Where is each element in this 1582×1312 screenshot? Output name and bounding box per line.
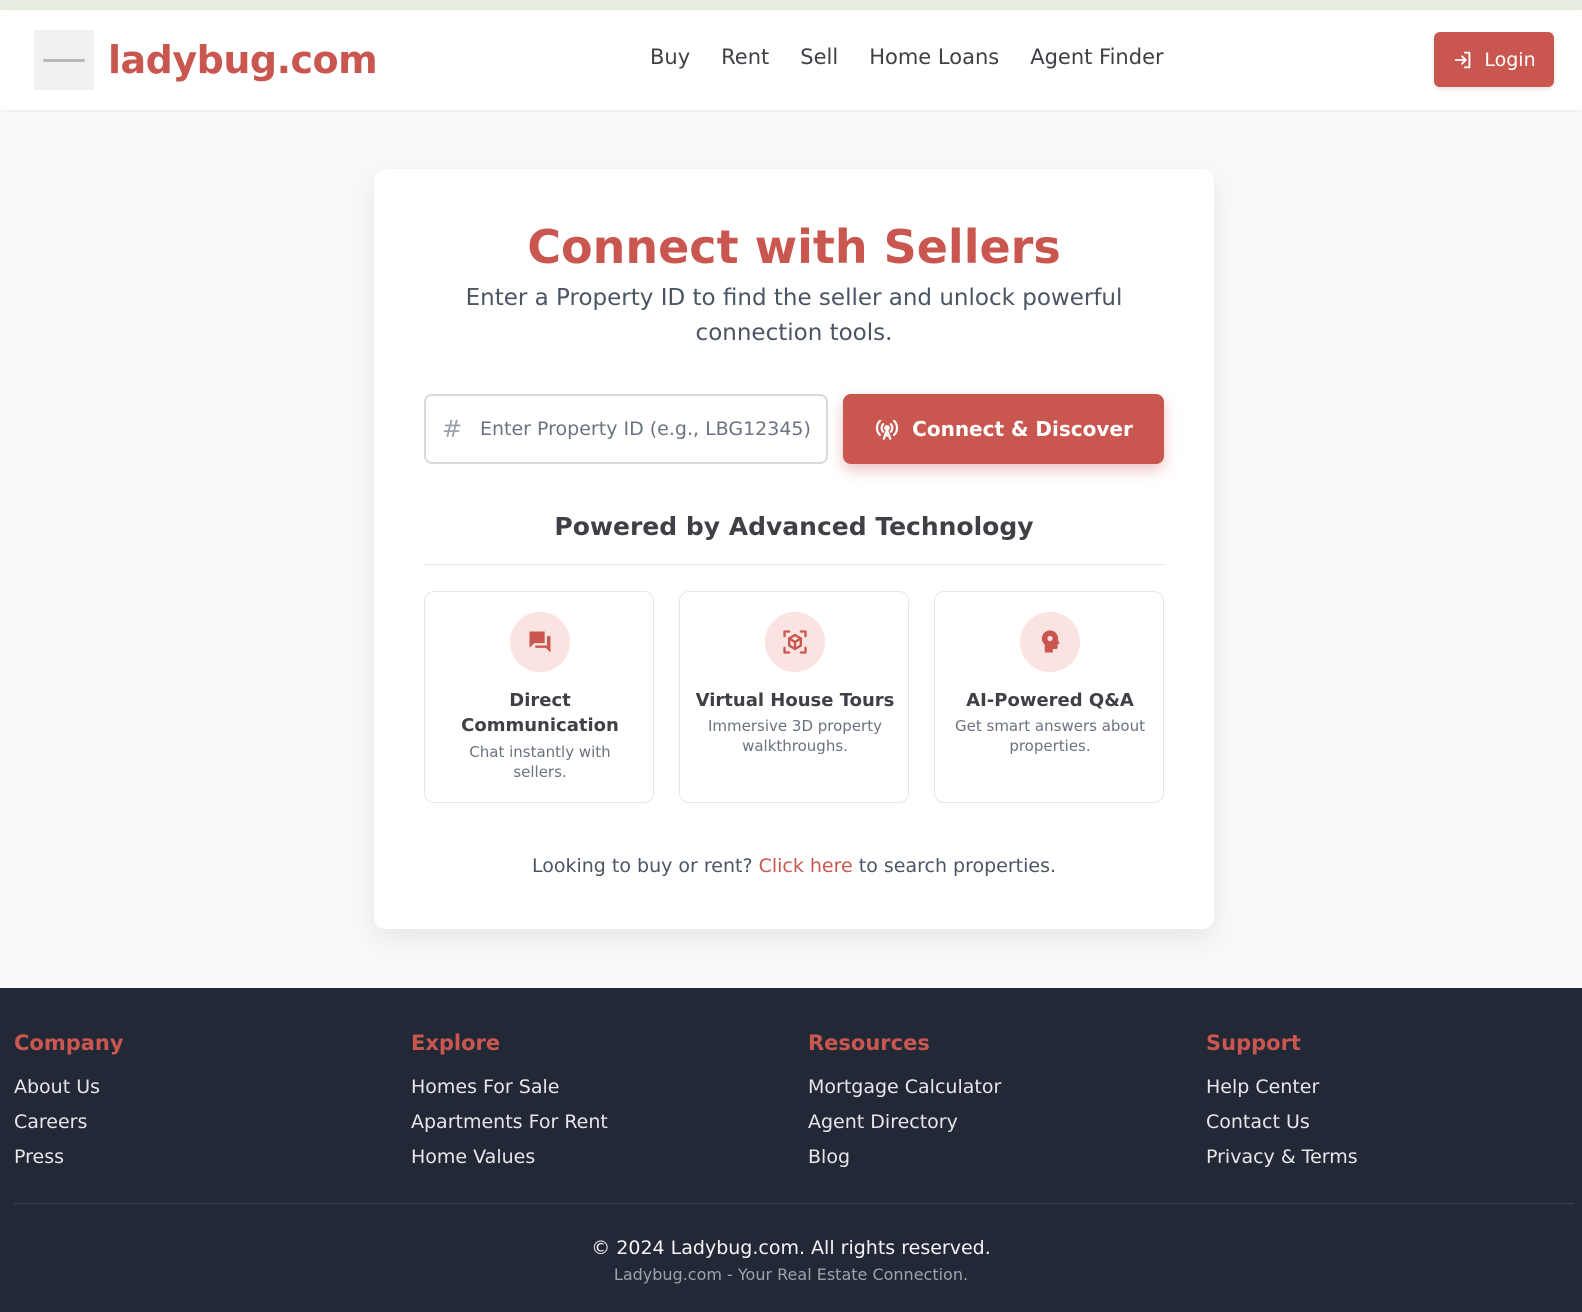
feature-desc: Immersive 3D property walkthroughs.	[708, 717, 882, 755]
copyright-text: © 2024 Ladybug.com. All rights reserved.	[591, 1237, 991, 1259]
footer-link-contact-us[interactable]: Contact Us	[1206, 1105, 1358, 1140]
page-title: Connect with Sellers	[527, 220, 1061, 274]
search-prompt-prefix: Looking to buy or rent?	[531, 855, 753, 877]
feature-icon-wrap	[765, 612, 825, 672]
logo-mark	[43, 58, 85, 62]
page-subtitle: Enter a Property ID to find the seller a…	[465, 285, 1123, 346]
footer-col-explore: Explore Homes For Sale Apartments For Re…	[411, 1028, 608, 1175]
footer-link-agent-directory[interactable]: Agent Directory	[808, 1105, 1001, 1140]
nav-rent[interactable]: Rent	[721, 42, 769, 72]
connect-card: Connect with Sellers Enter a Property ID…	[374, 169, 1214, 929]
footer-link-apartments-for-rent[interactable]: Apartments For Rent	[411, 1105, 608, 1140]
footer-col-title: Company	[14, 1031, 124, 1055]
footer-divider	[14, 1203, 1574, 1204]
feature-desc: Get smart answers about properties.	[955, 717, 1145, 755]
footer-link-mortgage-calculator[interactable]: Mortgage Calculator	[808, 1070, 1001, 1105]
footer-link-privacy-terms[interactable]: Privacy & Terms	[1206, 1140, 1358, 1175]
connect-label: Connect & Discover	[912, 417, 1133, 441]
3d-cube-icon	[783, 630, 807, 654]
footer-link-help-center[interactable]: Help Center	[1206, 1070, 1358, 1105]
feature-icon-wrap	[510, 612, 570, 672]
powered-title: Powered by Advanced Technology	[554, 512, 1034, 541]
section-divider	[424, 564, 1164, 565]
footer-link-about[interactable]: About Us	[14, 1070, 124, 1105]
footer-link-blog[interactable]: Blog	[808, 1140, 1001, 1175]
footer-tagline: Ladybug.com - Your Real Estate Connectio…	[613, 1265, 969, 1284]
main-nav: Buy Rent Sell Home Loans Agent Finder	[650, 42, 1195, 72]
footer-link-careers[interactable]: Careers	[14, 1105, 124, 1140]
footer-link-homes-for-sale[interactable]: Homes For Sale	[411, 1070, 608, 1105]
login-icon	[1455, 51, 1471, 68]
nav-home-loans[interactable]: Home Loans	[869, 42, 999, 72]
top-strip	[0, 0, 1582, 10]
nav-agent-finder[interactable]: Agent Finder	[1030, 42, 1163, 72]
broadcast-icon	[876, 419, 899, 440]
footer-col-resources: Resources Mortgage Calculator Agent Dire…	[808, 1028, 1001, 1175]
nav-sell[interactable]: Sell	[800, 42, 838, 72]
search-properties-link[interactable]: Click here	[759, 855, 853, 877]
login-label: Login	[1484, 48, 1536, 71]
connect-discover-button[interactable]: Connect & Discover	[843, 394, 1164, 464]
search-prompt-suffix: to search properties.	[858, 855, 1057, 877]
nav-buy[interactable]: Buy	[650, 42, 690, 72]
footer-link-press[interactable]: Press	[14, 1140, 124, 1175]
feature-title: AI-Powered Q&A	[966, 690, 1134, 711]
footer-col-title: Support	[1206, 1031, 1301, 1055]
site-header: ladybug.com Buy Rent Sell Home Loans Age…	[0, 10, 1582, 110]
chat-icon	[529, 631, 551, 653]
feature-icon-wrap	[1020, 612, 1080, 672]
feature-desc: Chat instantly with sellers.	[469, 743, 611, 781]
feature-direct-communication: Direct Communication Chat instantly with…	[424, 591, 654, 803]
brand-name[interactable]: ladybug.com	[108, 34, 378, 86]
footer-link-home-values[interactable]: Home Values	[411, 1140, 608, 1175]
footer-col-title: Resources	[808, 1031, 930, 1055]
feature-title: Direct Communication	[461, 690, 619, 736]
property-id-input[interactable]	[480, 418, 820, 440]
footer-col-support: Support Help Center Contact Us Privacy &…	[1206, 1028, 1358, 1175]
footer-col-title: Explore	[411, 1031, 501, 1055]
footer-col-company: Company About Us Careers Press	[14, 1028, 124, 1175]
ai-head-icon	[1041, 630, 1060, 653]
feature-virtual-tours: Virtual House Tours Immersive 3D propert…	[679, 591, 909, 803]
login-button[interactable]: Login	[1434, 32, 1554, 87]
logo-image[interactable]	[34, 30, 94, 90]
search-prompt: Looking to buy or rent? Click here to se…	[374, 852, 1214, 880]
feature-title: Virtual House Tours	[695, 690, 895, 711]
feature-ai-qa: AI-Powered Q&A Get smart answers about p…	[934, 591, 1164, 803]
property-id-field: #	[424, 394, 828, 464]
hash-icon: #	[442, 415, 463, 443]
site-footer: Company About Us Careers Press Explore H…	[0, 988, 1582, 1312]
